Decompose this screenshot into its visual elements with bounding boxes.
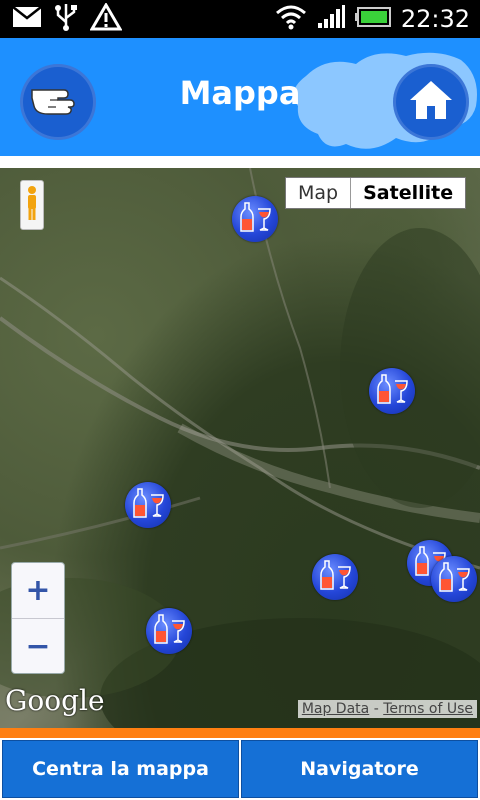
pegman-icon xyxy=(25,185,39,225)
map-view[interactable]: Map Satellite + − Google Map Data - Term… xyxy=(0,168,480,728)
terms-of-use-link[interactable]: Terms of Use xyxy=(383,701,473,717)
attribution-separator: - xyxy=(373,701,379,717)
wifi-icon xyxy=(275,4,307,34)
home-icon xyxy=(407,78,455,126)
zoom-control: + − xyxy=(11,562,65,674)
wine-bottle-glass-icon xyxy=(151,611,187,651)
bottom-toolbar: Centra la mappa Navigatore xyxy=(0,738,480,800)
status-bar: 22:32 xyxy=(0,0,480,38)
map-attribution: Map Data - Terms of Use xyxy=(297,700,477,718)
wine-marker[interactable] xyxy=(312,554,358,600)
wine-bottle-glass-icon xyxy=(237,199,273,239)
map-type-satellite[interactable]: Satellite xyxy=(350,178,466,208)
satellite-terrain xyxy=(0,168,480,728)
wine-marker[interactable] xyxy=(431,556,477,602)
wine-marker[interactable] xyxy=(232,196,278,242)
navigator-button[interactable]: Navigatore xyxy=(241,740,478,798)
wine-bottle-glass-icon xyxy=(436,559,472,599)
bottom-divider xyxy=(0,728,480,738)
app-header: Mappa xyxy=(0,38,480,160)
usb-icon xyxy=(54,2,78,36)
map-type-control: Map Satellite xyxy=(285,177,467,209)
home-button[interactable] xyxy=(393,64,469,140)
map-data-link[interactable]: Map Data xyxy=(302,701,369,717)
center-map-button[interactable]: Centra la mappa xyxy=(2,740,239,798)
header-divider xyxy=(0,160,480,168)
signal-icon xyxy=(317,5,345,33)
wine-bottle-glass-icon xyxy=(374,371,410,411)
map-type-map[interactable]: Map xyxy=(286,178,350,208)
battery-icon xyxy=(354,7,391,31)
mail-icon xyxy=(12,6,42,32)
street-view-pegman[interactable] xyxy=(20,180,44,230)
wine-marker[interactable] xyxy=(369,368,415,414)
wine-bottle-glass-icon xyxy=(317,557,353,597)
zoom-in-button[interactable]: + xyxy=(12,563,64,618)
google-logo: Google xyxy=(5,684,105,717)
zoom-out-button[interactable]: − xyxy=(12,618,64,673)
wine-marker[interactable] xyxy=(146,608,192,654)
warning-icon xyxy=(89,2,123,35)
wine-bottle-glass-icon xyxy=(130,485,166,525)
status-time: 22:32 xyxy=(400,5,470,33)
wine-marker[interactable] xyxy=(125,482,171,528)
